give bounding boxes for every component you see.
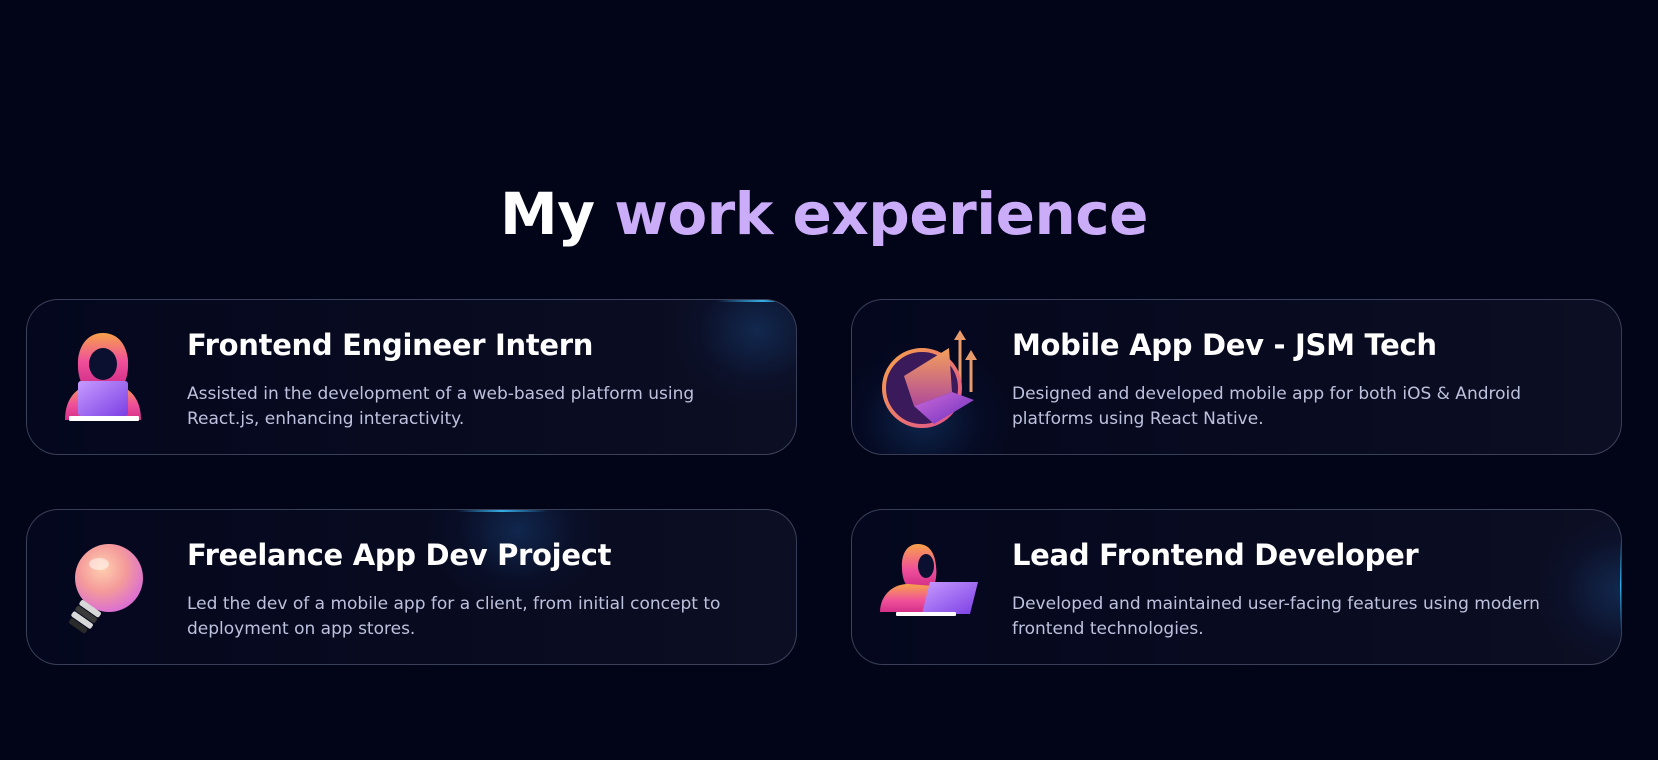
heading-prefix: My <box>500 180 595 248</box>
experience-card-mobile-app-dev[interactable]: Mobile App Dev - JSM Tech Designed and d… <box>851 299 1622 455</box>
card-border-highlight <box>1620 540 1621 630</box>
card-title: Lead Frontend Developer <box>1012 538 1419 572</box>
lightbulb-icon <box>49 538 157 638</box>
work-experience-section: My work experience Frontend Engineer Int… <box>0 0 1658 760</box>
card-title: Frontend Engineer Intern <box>187 328 594 362</box>
experience-card-freelance[interactable]: Freelance App Dev Project Led the dev of… <box>26 509 797 665</box>
card-description: Assisted in the development of a web-bas… <box>187 384 695 429</box>
hooded-coder-laptop-icon <box>49 328 157 428</box>
card-border-highlight <box>882 454 972 455</box>
card-title: Mobile App Dev - JSM Tech <box>1012 328 1437 362</box>
section-heading: My work experience <box>0 174 1648 254</box>
card-description: Led the dev of a mobile app for a client… <box>187 594 721 639</box>
card-border-highlight <box>457 510 547 512</box>
experience-card-lead-frontend[interactable]: Lead Frontend Developer Developed and ma… <box>851 509 1622 665</box>
card-description: Developed and maintained user-facing fea… <box>1012 594 1540 639</box>
experience-card-frontend-intern[interactable]: Frontend Engineer Intern Assisted in the… <box>26 299 797 455</box>
card-border-highlight <box>717 300 796 302</box>
card-title: Freelance App Dev Project <box>187 538 612 572</box>
hooded-developer-laptop-icon <box>874 538 982 638</box>
growth-arrows-laptop-icon <box>874 328 982 428</box>
card-description: Designed and developed mobile app for bo… <box>1012 384 1522 429</box>
heading-accent: work experience <box>614 180 1148 248</box>
